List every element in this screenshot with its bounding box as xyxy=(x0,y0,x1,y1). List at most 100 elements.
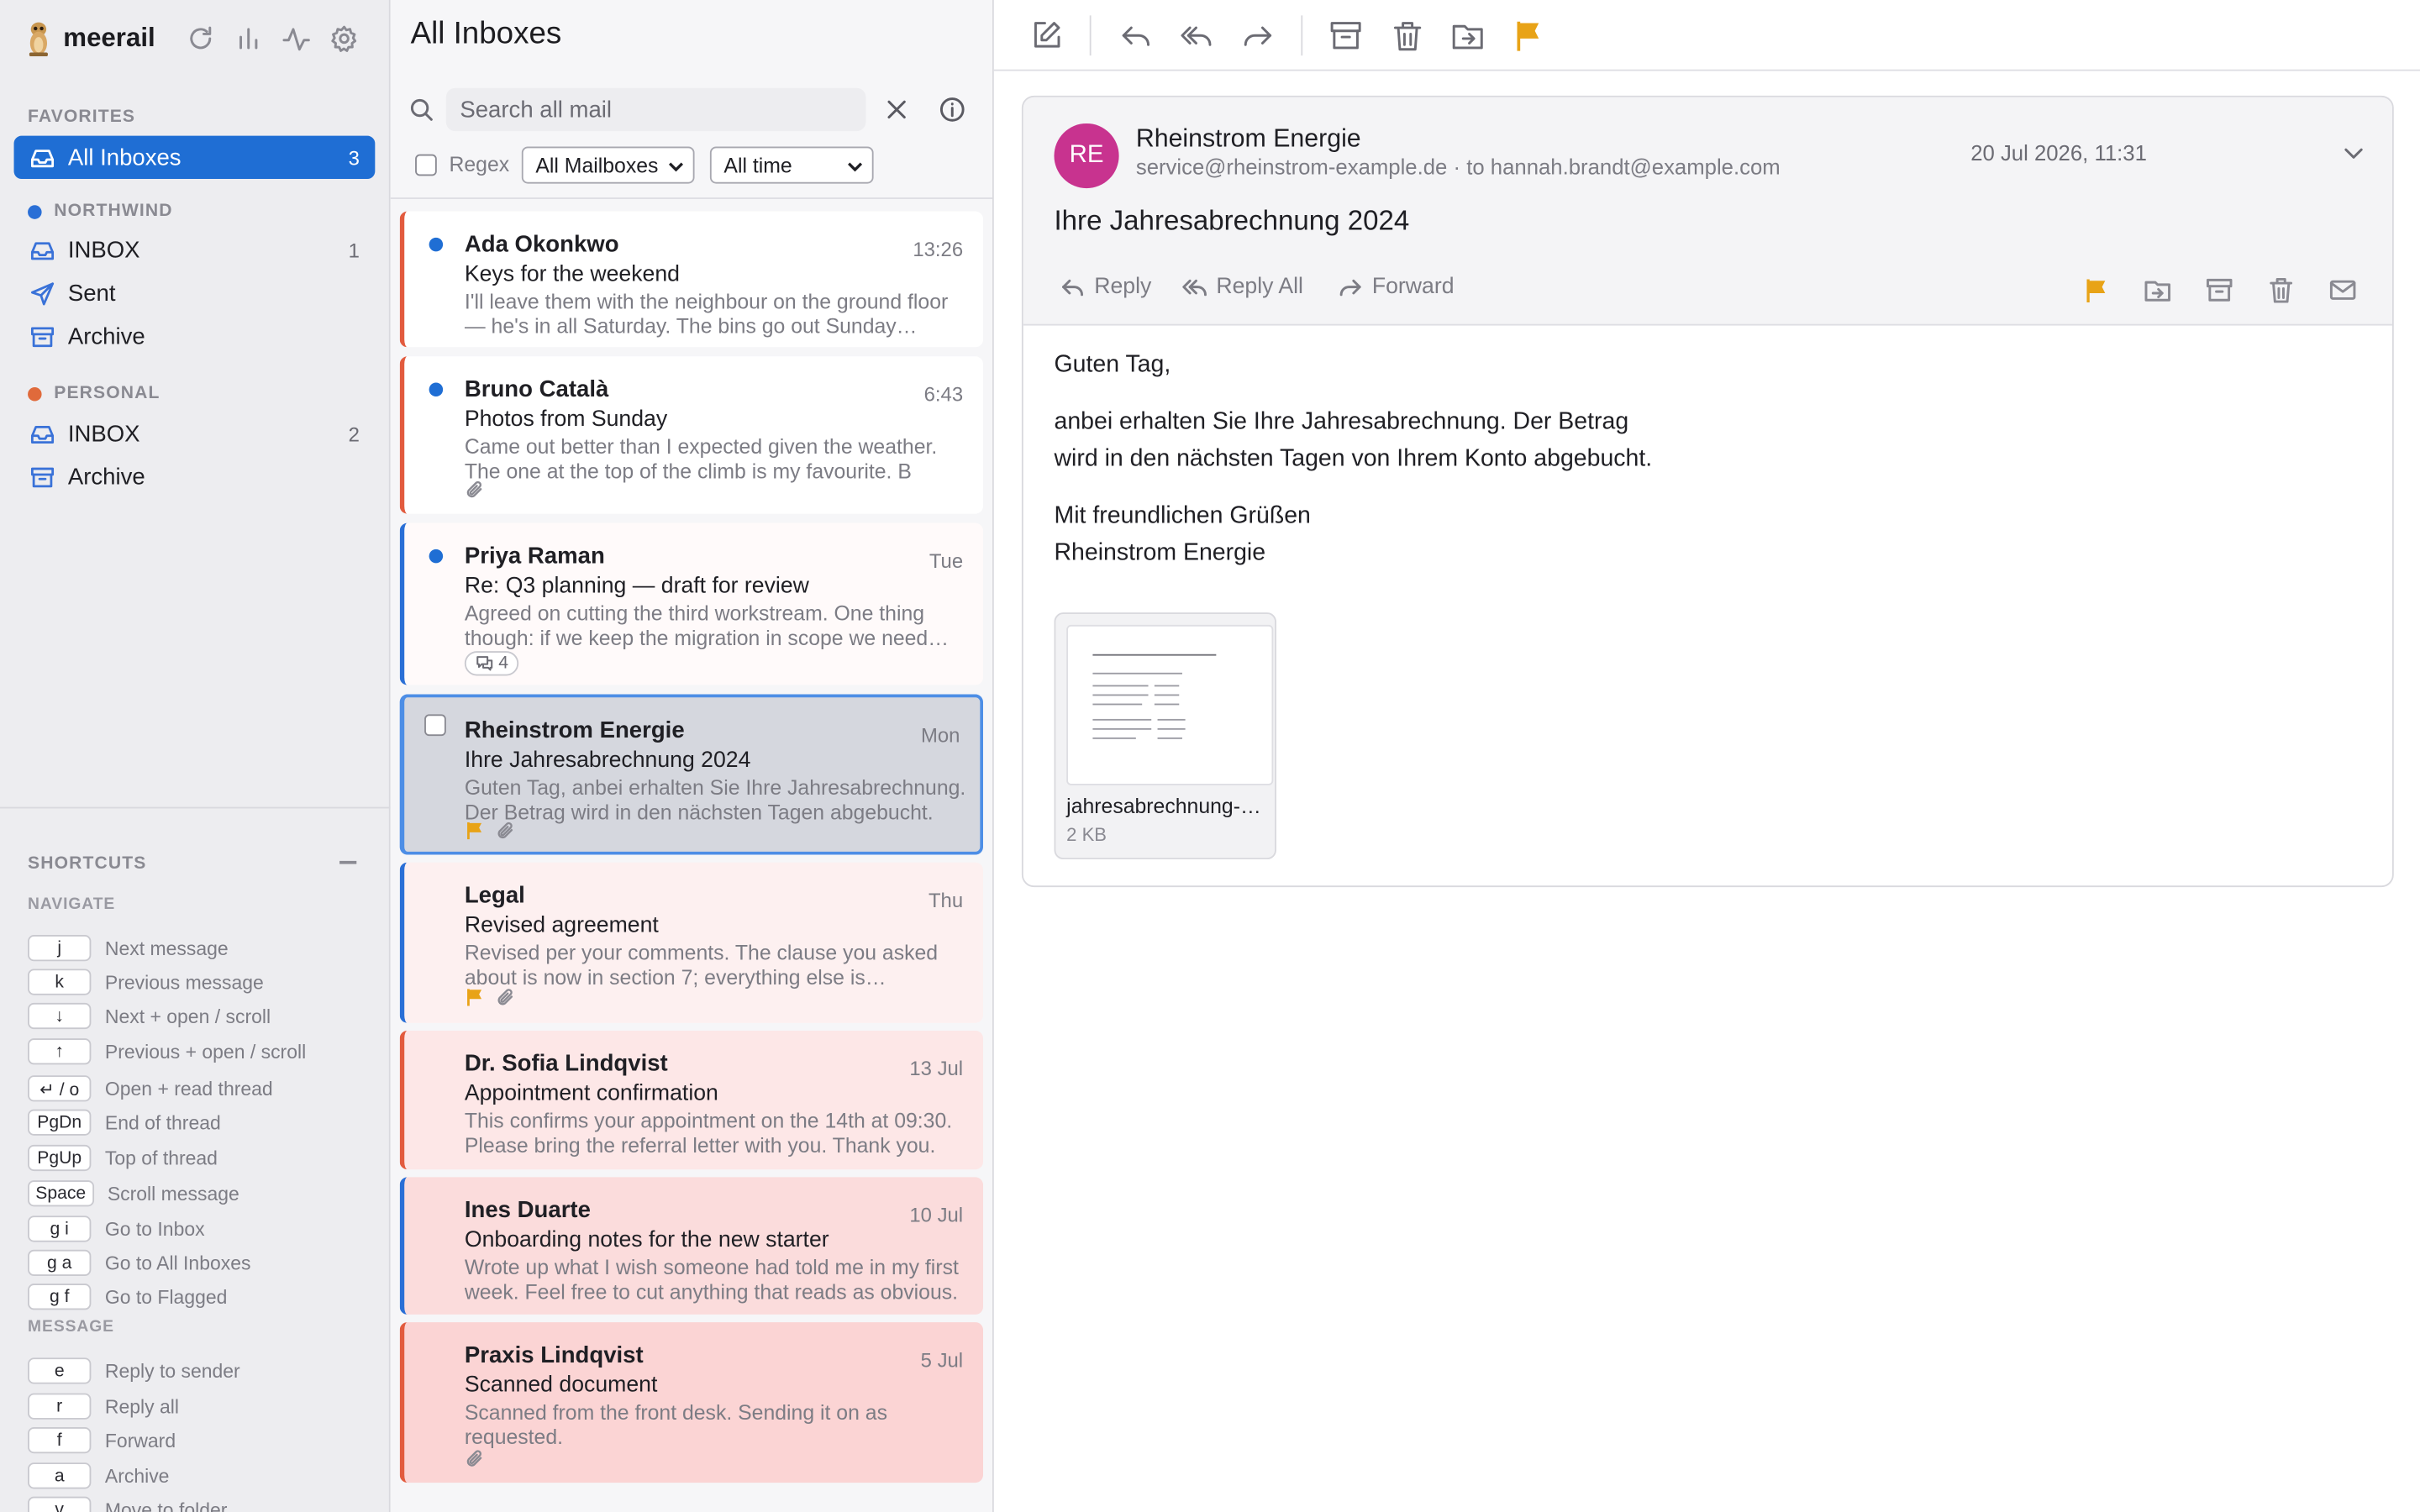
clear-search-icon[interactable] xyxy=(884,97,908,122)
forward-icon[interactable] xyxy=(1241,18,1275,52)
collapse-shortcuts-button[interactable] xyxy=(339,860,357,864)
account-heading-personal: PERSONAL xyxy=(28,384,160,402)
activity-icon[interactable] xyxy=(281,24,312,55)
gear-icon[interactable] xyxy=(329,24,360,55)
message-list-item[interactable]: Ines Duarte 10 Jul Onboarding notes for th… xyxy=(399,1177,983,1315)
divider xyxy=(390,197,993,199)
reply-label: Reply xyxy=(1094,274,1152,300)
shortcut-label: Forward xyxy=(104,1429,176,1452)
trash-icon[interactable] xyxy=(1391,18,1424,52)
mark-unread-icon[interactable] xyxy=(2329,276,2357,304)
thread-count-badge: 4 xyxy=(464,651,519,676)
message-sender: Rheinstrom Energie xyxy=(464,717,685,744)
time-filter-select[interactable]: All time xyxy=(709,146,874,184)
shortcut-key: PgDn xyxy=(28,1109,92,1136)
shortcut-row: k Previous message xyxy=(28,969,264,995)
archive-icon[interactable] xyxy=(2206,276,2233,304)
account-name: PERSONAL xyxy=(54,384,160,403)
reader-toolbar xyxy=(993,0,2420,71)
reply-button[interactable]: Reply xyxy=(1060,274,1152,300)
inbox-icon xyxy=(29,237,55,263)
stats-icon[interactable] xyxy=(233,24,264,55)
reply-all-button[interactable]: Reply All xyxy=(1182,275,1303,299)
message-preview: Came out better than I expected given th… xyxy=(464,434,938,483)
chevron-down-icon[interactable] xyxy=(2343,142,2365,164)
regex-toggle[interactable]: Regex xyxy=(415,153,509,176)
move-to-folder-icon[interactable] xyxy=(2144,276,2171,304)
message-subject: Onboarding notes for the new starter xyxy=(464,1228,829,1253)
sidebar-item-all-inboxes[interactable]: All Inboxes 3 xyxy=(13,135,376,180)
chat-bubbles-icon xyxy=(476,656,493,671)
shortcut-key: ↓ xyxy=(28,1002,92,1030)
sidebar-item-northwind-sent[interactable]: Sent xyxy=(14,271,376,314)
shortcut-key: v xyxy=(28,1496,92,1512)
message-list-item[interactable]: Ada Okonkwo 13:26 Keys for the weekend I'll… xyxy=(399,211,983,348)
message-list-item[interactable]: Priya Raman Tue Re: Q3 planning — draft fo… xyxy=(399,522,983,685)
sidebar-item-personal-inbox[interactable]: INBOX 2 xyxy=(14,412,376,454)
regex-label: Regex xyxy=(449,152,510,176)
refresh-icon[interactable] xyxy=(185,24,216,55)
shortcut-key: e xyxy=(28,1357,92,1384)
message-date: 13:26 xyxy=(913,237,964,261)
unread-dot xyxy=(429,549,444,564)
message-date: 20 Jul 2026, 11:31 xyxy=(1970,140,2147,165)
message-sender: Dr. Sofia Lindqvist xyxy=(464,1050,668,1078)
select-checkbox[interactable] xyxy=(424,714,446,737)
forward-button[interactable]: Forward xyxy=(1338,275,1455,299)
regex-checkbox[interactable] xyxy=(415,153,437,176)
shortcut-row: v Move to folder xyxy=(28,1496,227,1512)
search-input[interactable]: Search all mail xyxy=(445,87,866,132)
unread-count: 2 xyxy=(348,422,360,445)
sidebar-item-personal-archive[interactable]: Archive xyxy=(14,455,376,498)
reply-icon[interactable] xyxy=(1119,18,1153,52)
shortcut-row: g i Go to Inbox xyxy=(28,1215,205,1242)
shortcut-row: a Archive xyxy=(28,1462,169,1489)
message-date: Tue xyxy=(929,549,964,573)
shortcut-label: Reply all xyxy=(104,1395,179,1418)
sidebar-item-northwind-inbox[interactable]: INBOX 1 xyxy=(14,228,376,271)
message-list-item[interactable]: Dr. Sofia Lindqvist 13 Jul Appointment con… xyxy=(399,1030,983,1170)
thread-count: 4 xyxy=(498,654,509,673)
sidebar: meerail FAVORITES All Inboxes 3 NORTHWIN… xyxy=(0,0,391,1512)
message-list-item[interactable]: Legal Thu Revised agreement Revised per you… xyxy=(399,862,983,1023)
shortcut-label: Scroll message xyxy=(107,1182,239,1205)
message-sender: Praxis Lindqvist xyxy=(464,1341,644,1369)
divider xyxy=(1301,15,1303,56)
mailbox-filter-select[interactable]: All Mailboxes xyxy=(521,146,695,184)
message-date: 6:43 xyxy=(923,382,964,407)
reply-all-icon[interactable] xyxy=(1179,18,1213,52)
sender-name: Rheinstrom Energie xyxy=(1135,124,1361,153)
body-line: anbei erhalten Sie Ihre Jahresabrechnung… xyxy=(1054,408,1629,435)
shortcuts-title: SHORTCUTS xyxy=(28,854,147,874)
avatar: RE xyxy=(1054,123,1119,189)
message-meta xyxy=(465,988,516,1008)
message-meta: 4 xyxy=(464,651,519,676)
move-to-folder-icon[interactable] xyxy=(1451,18,1485,52)
message-list-pane: All Inboxes Search all mail Regex All Ma… xyxy=(390,0,994,1512)
message-view: RE Rheinstrom Energie service@rheinstrom… xyxy=(1021,95,2394,888)
reply-icon xyxy=(1060,275,1085,299)
sidebar-item-label: INBOX xyxy=(67,420,140,447)
shortcut-row: e Reply to sender xyxy=(28,1357,240,1384)
chevron-down-icon xyxy=(668,162,684,172)
attachment-card[interactable]: jahresabrechnung-… 2 KB xyxy=(1054,612,1276,860)
message-date: Mon xyxy=(920,723,960,747)
message-list-item[interactable]: Rheinstrom Energie Mon Ihre Jahresabrechnu… xyxy=(399,694,983,855)
paperclip-icon xyxy=(465,480,485,500)
flag-icon[interactable] xyxy=(1511,18,1544,52)
message-preview: Scanned from the front desk. Sending it … xyxy=(464,1400,887,1449)
shortcut-key: ↵ / o xyxy=(28,1075,92,1102)
message-list-item[interactable]: Praxis Lindqvist 5 Jul Scanned document Sca… xyxy=(399,1322,983,1483)
shortcut-row: g a Go to All Inboxes xyxy=(28,1249,250,1276)
info-icon[interactable] xyxy=(939,96,966,123)
archive-icon[interactable] xyxy=(1328,18,1362,52)
message-sender: Priya Raman xyxy=(464,543,605,570)
message-preview: Agreed on cutting the third workstream. … xyxy=(464,601,929,650)
sidebar-item-northwind-archive[interactable]: Archive xyxy=(14,315,376,358)
flag-icon[interactable] xyxy=(2082,276,2110,304)
message-list-item[interactable]: Bruno Català 6:43 Photos from Sunday Came o… xyxy=(399,356,983,514)
time-filter-value: All time xyxy=(723,153,792,177)
attachment-name: jahresabrechnung-… xyxy=(1066,794,1261,818)
trash-icon[interactable] xyxy=(2267,276,2295,304)
compose-icon[interactable] xyxy=(1029,18,1063,52)
